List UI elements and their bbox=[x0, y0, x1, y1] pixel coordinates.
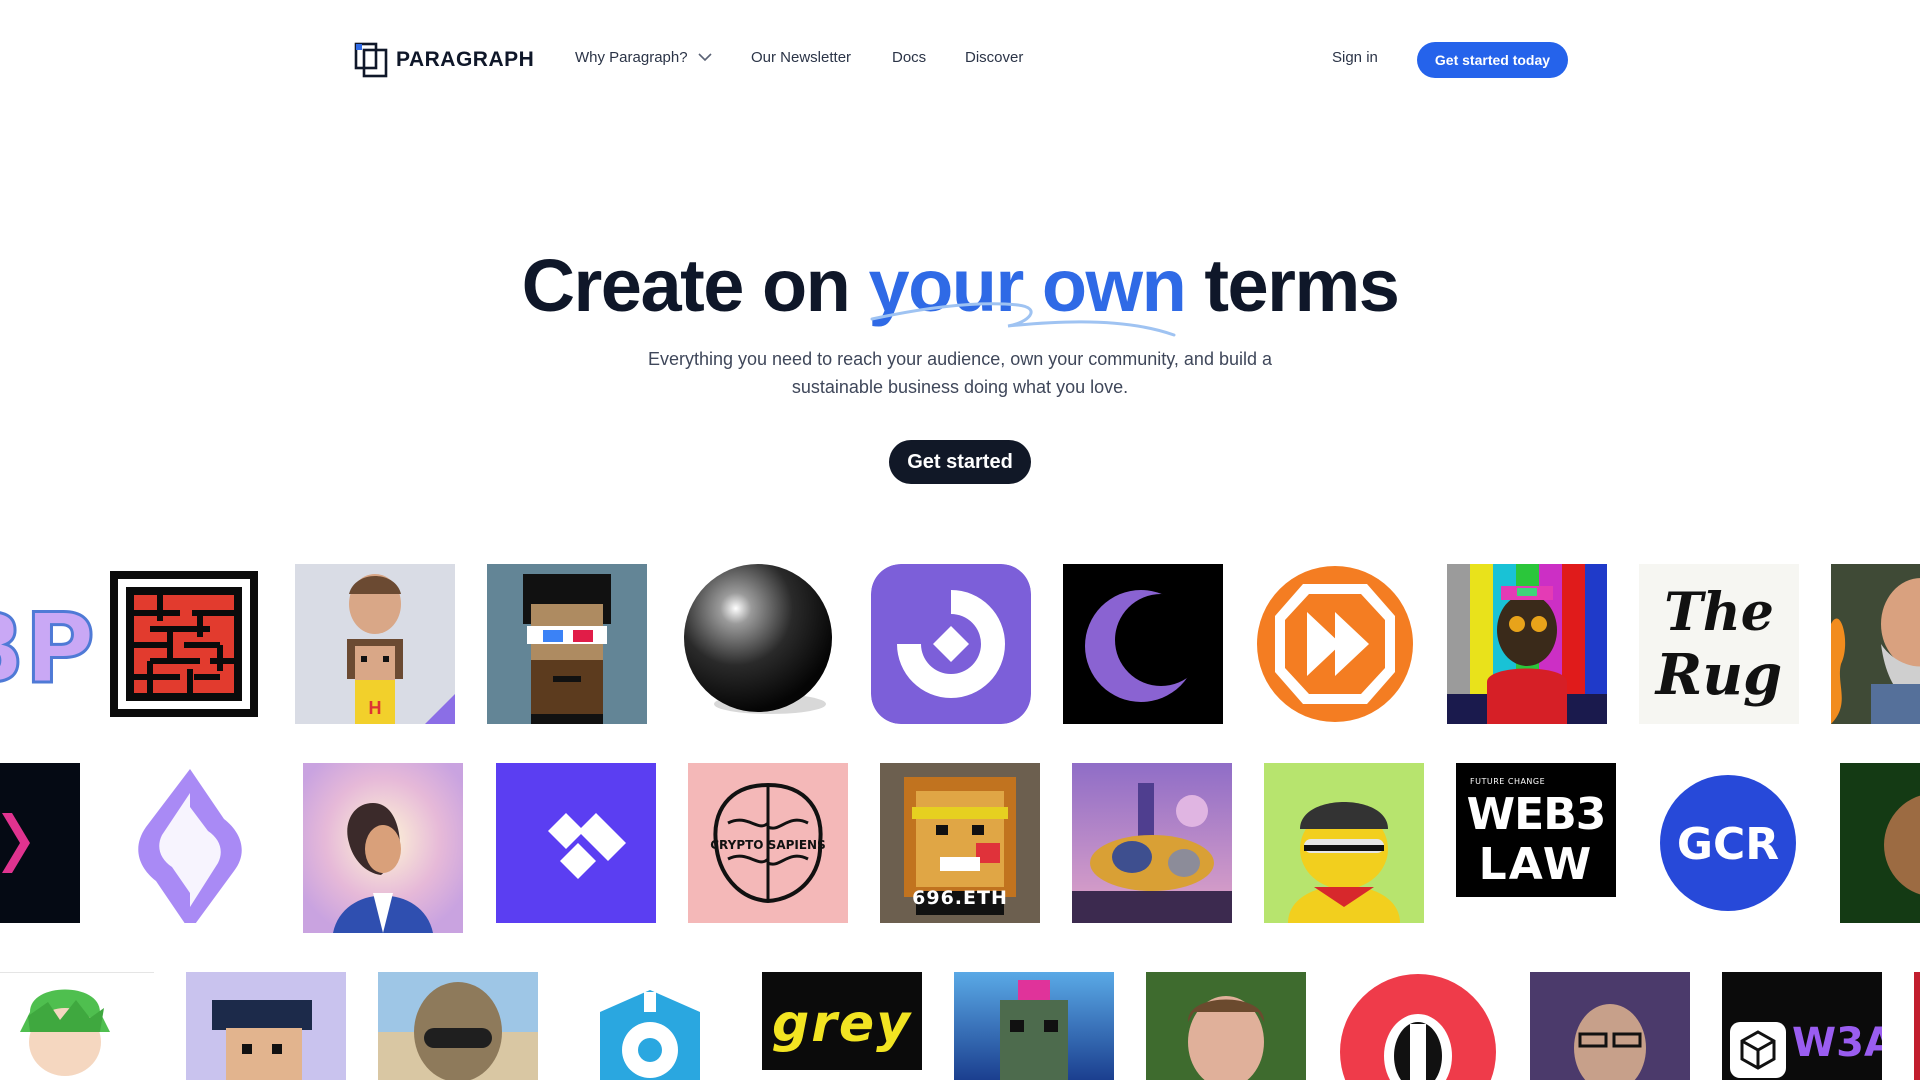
publication-tile[interactable] bbox=[570, 972, 730, 1080]
bp-logo-image: BP bbox=[0, 564, 105, 724]
publication-tile[interactable]: GCR bbox=[1648, 763, 1808, 923]
publication-tile[interactable] bbox=[1338, 972, 1498, 1080]
publication-tile[interactable] bbox=[0, 763, 80, 923]
glasses-person-image bbox=[1530, 972, 1690, 1080]
sign-in-link[interactable]: Sign in bbox=[1332, 49, 1378, 66]
publication-tile[interactable]: grey bbox=[762, 972, 922, 1070]
brand-name: PARAGRAPH bbox=[396, 48, 535, 71]
crypto-sapiens-brain-logo: CRYPTO SAPIENS bbox=[688, 763, 848, 923]
publication-tile[interactable] bbox=[1831, 564, 1920, 724]
hero-subtitle: Everything you need to reach your audien… bbox=[647, 349, 1273, 397]
purple-ring-logo bbox=[871, 564, 1031, 724]
w3a-caption: W3A bbox=[1792, 1020, 1882, 1066]
orange-play-logo bbox=[1255, 564, 1415, 724]
publication-tile[interactable] bbox=[871, 564, 1031, 724]
anime-character-image bbox=[0, 972, 154, 1080]
nav-why-paragraph[interactable]: Why Paragraph? bbox=[575, 49, 712, 66]
underline-squiggle-decoration bbox=[870, 302, 1176, 337]
svg-text:BP: BP bbox=[0, 593, 95, 705]
the-rug-line2: Rug bbox=[1655, 642, 1783, 708]
web3-law-line1: WEB3 bbox=[1466, 789, 1607, 840]
nav-why-label: Why Paragraph? bbox=[575, 49, 688, 66]
publication-tile[interactable] bbox=[1840, 763, 1920, 923]
publication-tile[interactable] bbox=[1146, 972, 1306, 1080]
ens-logo bbox=[110, 763, 270, 923]
grey-logo: grey bbox=[762, 972, 922, 1070]
helmet-beach-image bbox=[378, 972, 538, 1080]
publication-tile[interactable] bbox=[487, 564, 647, 724]
web3-law-line2: LAW bbox=[1478, 839, 1594, 890]
punk-image bbox=[487, 564, 647, 724]
publication-tile[interactable] bbox=[1072, 763, 1232, 923]
the-rug-line1: The bbox=[1664, 582, 1774, 643]
nav-our-newsletter[interactable]: Our Newsletter bbox=[751, 49, 851, 66]
publication-tile[interactable] bbox=[186, 972, 346, 1080]
publication-tile[interactable] bbox=[303, 763, 463, 933]
dark-pink-logo bbox=[0, 763, 80, 923]
paragraph-logo-icon bbox=[354, 42, 388, 78]
web3-law-logo: FUTURE CHANGE WEB3 LAW bbox=[1456, 763, 1616, 897]
yellow-duck-image bbox=[1264, 763, 1424, 923]
web3-law-small: FUTURE CHANGE bbox=[1470, 777, 1546, 786]
get-started-button[interactable]: Get started bbox=[889, 440, 1031, 484]
hero-title-end: terms bbox=[1185, 244, 1400, 327]
maze-image bbox=[110, 571, 258, 717]
nav-docs[interactable]: Docs bbox=[892, 49, 926, 66]
red-edge-image bbox=[1914, 972, 1920, 1080]
publication-tile[interactable] bbox=[1914, 972, 1920, 1080]
red-coin-logo bbox=[1338, 972, 1498, 1080]
w3a-logo: W3A bbox=[1722, 972, 1882, 1080]
publication-tile[interactable] bbox=[110, 763, 270, 923]
purple-diamonds-logo bbox=[496, 763, 656, 923]
pixel-zombie-image bbox=[954, 972, 1114, 1080]
man-portrait-image bbox=[1146, 972, 1306, 1080]
green-fruit-image bbox=[1840, 763, 1920, 923]
chevron-down-icon bbox=[697, 53, 712, 62]
bearded-man-image bbox=[1831, 564, 1920, 724]
publication-tile[interactable] bbox=[0, 972, 154, 1080]
tv-bars-monkey-image bbox=[1447, 564, 1607, 724]
top-navigation: PARAGRAPH Why Paragraph? Our Newsletter … bbox=[0, 0, 1920, 120]
nav-discover[interactable]: Discover bbox=[965, 49, 1023, 66]
publication-tile[interactable] bbox=[1530, 972, 1690, 1080]
gear-shield-logo bbox=[570, 972, 730, 1080]
hero-title-start: Create on bbox=[521, 244, 869, 327]
publication-tile[interactable] bbox=[1264, 763, 1424, 923]
publication-tile[interactable] bbox=[678, 564, 838, 724]
publication-tile[interactable] bbox=[1255, 564, 1415, 724]
publication-tile[interactable] bbox=[110, 571, 258, 717]
publication-tile[interactable] bbox=[1063, 564, 1223, 724]
crescent-moon-logo bbox=[1063, 564, 1223, 724]
publication-tile[interactable] bbox=[378, 972, 538, 1080]
cube-icon bbox=[1730, 1022, 1786, 1078]
pixel-cap-avatar-image bbox=[186, 972, 346, 1080]
surreal-art-image bbox=[1072, 763, 1232, 923]
black-sphere-image bbox=[678, 564, 838, 724]
grey-caption: grey bbox=[771, 994, 913, 1054]
gcr-caption: GCR bbox=[1676, 819, 1780, 870]
publication-tile[interactable]: W3A bbox=[1722, 972, 1882, 1080]
svg-text:H: H bbox=[369, 698, 382, 718]
paragraph-logo[interactable]: PARAGRAPH bbox=[354, 42, 534, 78]
publication-tile[interactable]: BP bbox=[0, 564, 105, 724]
get-started-today-button[interactable]: Get started today bbox=[1417, 42, 1568, 78]
brain-caption: CRYPTO SAPIENS bbox=[710, 838, 826, 852]
publication-tile[interactable]: FUTURE CHANGE WEB3 LAW bbox=[1456, 763, 1616, 897]
eth-name-caption: 696.ETH bbox=[912, 887, 1008, 909]
publication-tile[interactable]: CRYPTO SAPIENS bbox=[688, 763, 848, 923]
publication-tile[interactable]: 696.ETH bbox=[880, 763, 1040, 923]
publication-tile[interactable] bbox=[954, 972, 1114, 1080]
avatar-image: H bbox=[295, 564, 455, 724]
publication-tile[interactable] bbox=[1447, 564, 1607, 724]
publication-tile[interactable]: H bbox=[295, 564, 455, 724]
the-rug-logo: The Rug bbox=[1639, 564, 1799, 724]
publication-tile[interactable]: The Rug bbox=[1639, 564, 1799, 724]
publication-tile[interactable] bbox=[496, 763, 656, 923]
portrait-art-image bbox=[303, 763, 463, 933]
